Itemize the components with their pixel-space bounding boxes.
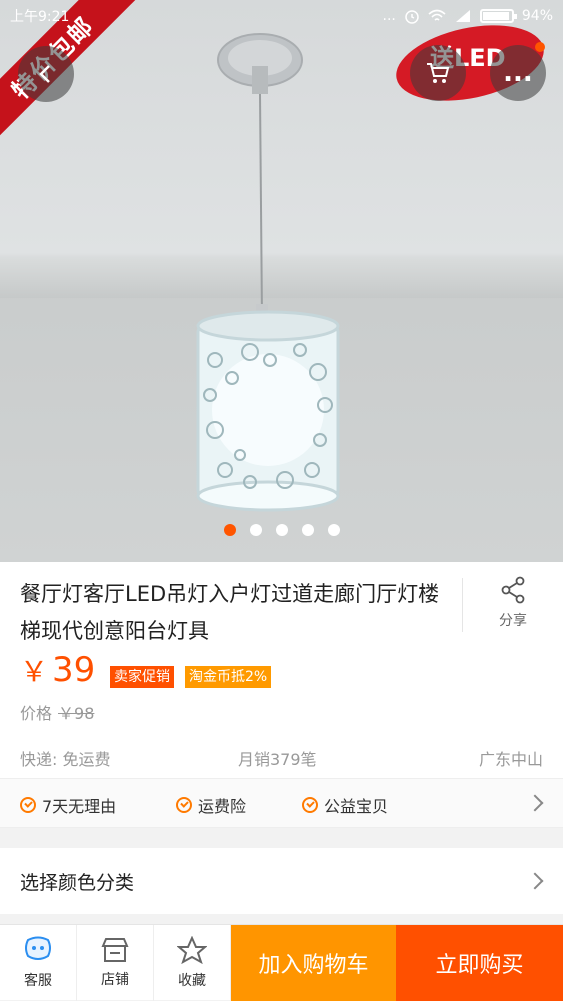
carousel-dot[interactable]	[327, 524, 340, 536]
signal-icon	[455, 10, 470, 22]
share-icon	[501, 576, 525, 604]
chevron-right-icon	[526, 872, 544, 890]
promo-tag-coins: 淘金币抵2%	[185, 666, 272, 688]
chat-bubble-icon	[25, 936, 51, 960]
guarantee-label: 运费险	[198, 797, 247, 816]
original-price-label: 价格	[20, 704, 53, 723]
bottom-action-bar: 客服 店铺 收藏 加入购物车 立即购买	[0, 924, 563, 1001]
original-price: 价格 ￥98	[20, 700, 94, 724]
shop-icon	[101, 938, 129, 962]
cart-button[interactable]	[410, 45, 466, 101]
ship-location: 广东中山	[478, 750, 543, 769]
favorite-label: 收藏	[178, 973, 206, 989]
currency-symbol: ￥	[20, 655, 49, 688]
guarantee-label: 7天无理由	[42, 797, 117, 816]
monthly-sales: 月销379笔	[238, 750, 317, 769]
guarantees-row[interactable]: 7天无理由 运费险 公益宝贝	[0, 778, 563, 828]
product-info-panel: 餐厅灯客厅LED吊灯入户灯过道走廊门厅灯楼梯现代创意阳台灯具 分享 ￥ 39 卖家…	[0, 562, 563, 778]
price-value: 39	[52, 650, 96, 690]
product-price: ￥ 39	[20, 650, 95, 690]
status-time: 上午9:21	[10, 9, 70, 25]
favorite-button[interactable]: 收藏	[154, 925, 231, 1001]
status-bar: 上午9:21 ... 94%	[0, 0, 563, 32]
wifi-icon	[428, 9, 446, 21]
more-button[interactable]: ...	[490, 45, 546, 101]
guarantee-item: 运费险	[176, 793, 246, 817]
carousel-dot[interactable]	[275, 524, 288, 536]
product-title: 餐厅灯客厅LED吊灯入户灯过道走廊门厅灯楼梯现代创意阳台灯具	[20, 582, 440, 643]
carousel-dot[interactable]	[223, 524, 236, 536]
notification-dot	[535, 42, 545, 52]
carousel-dot[interactable]	[249, 524, 262, 536]
guarantee-item: 7天无理由	[20, 793, 116, 817]
original-price-value: ￥98	[58, 704, 95, 723]
buy-now-button[interactable]: 立即购买	[396, 925, 563, 1001]
guarantee-label: 公益宝贝	[324, 797, 389, 816]
carousel-indicator	[0, 524, 563, 536]
customer-service-button[interactable]: 客服	[0, 925, 77, 1001]
back-button[interactable]	[18, 46, 74, 102]
check-circle-icon	[176, 797, 192, 813]
battery-icon	[479, 9, 517, 23]
status-more-dots: ...	[382, 8, 396, 24]
sku-selector[interactable]: 选择颜色分类	[0, 848, 563, 914]
shop-button[interactable]: 店铺	[77, 925, 154, 1001]
divider	[462, 578, 463, 632]
arrow-left-icon	[39, 65, 50, 83]
battery-percent: 94%	[521, 8, 553, 24]
check-circle-icon	[20, 797, 36, 813]
shopping-cart-icon	[427, 63, 450, 83]
add-to-cart-button[interactable]: 加入购物车	[231, 925, 396, 1001]
shipping-info: 快递: 免运费	[20, 750, 111, 769]
sku-label: 选择颜色分类	[20, 872, 135, 894]
shop-label: 店铺	[101, 972, 129, 988]
share-label: 分享	[499, 613, 527, 629]
promo-tag-seller: 卖家促销	[110, 666, 174, 688]
star-icon	[177, 936, 207, 964]
product-image-carousel[interactable]: 特价包邮 送LED ...	[0, 0, 563, 562]
carousel-dot[interactable]	[301, 524, 314, 536]
alarm-icon	[405, 10, 419, 24]
customer-service-label: 客服	[24, 973, 52, 989]
check-circle-icon	[302, 797, 318, 813]
chevron-right-icon	[526, 794, 544, 812]
share-button[interactable]: 分享	[478, 576, 548, 630]
guarantee-item: 公益宝贝	[302, 793, 388, 817]
